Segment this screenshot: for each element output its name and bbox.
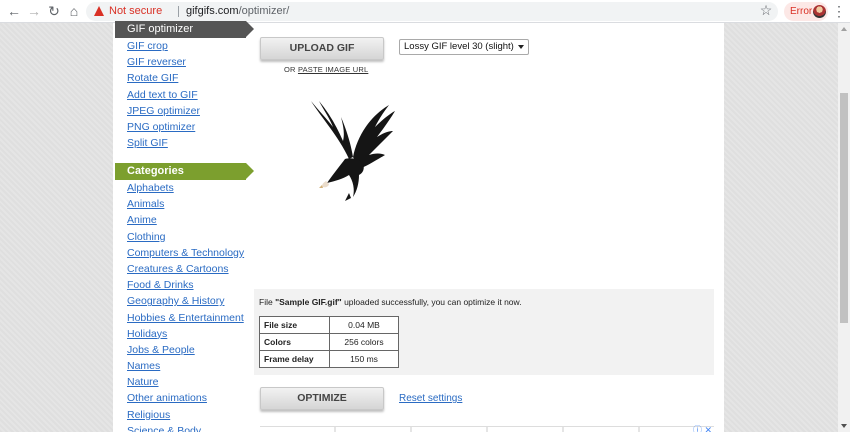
file-stats-table: File size 0.04 MB Colors 256 colors Frame de… xyxy=(259,316,399,368)
category-link-creatures-and-cartoons[interactable]: Creatures & Cartoons xyxy=(127,261,244,277)
lossy-level-select[interactable]: Lossy GIF level 30 (slight) xyxy=(399,39,529,55)
category-link-animals[interactable]: Animals xyxy=(127,196,244,212)
category-link-jobs-and-people[interactable]: Jobs & People xyxy=(127,342,244,358)
table-row: Frame delay 150 ms xyxy=(259,350,399,368)
home-icon[interactable]: ⌂ xyxy=(66,3,82,19)
upload-status-message: File "Sample GIF.gif" uploaded successfu… xyxy=(259,297,522,307)
status-prefix: File xyxy=(259,297,276,307)
scroll-down-icon[interactable] xyxy=(841,424,847,428)
paste-url-line: OR PASTE IMAGE URL xyxy=(284,65,368,74)
sidebar-item-gif-crop[interactable]: GIF crop xyxy=(127,38,200,54)
url-text[interactable]: gifgifs.com/optimizer/ xyxy=(186,2,289,21)
stat-value: 0.04 MB xyxy=(329,316,399,334)
category-link-food-and-drinks[interactable]: Food & Drinks xyxy=(127,277,244,293)
category-link-alphabets[interactable]: Alphabets xyxy=(127,180,244,196)
reload-icon[interactable]: ↻ xyxy=(46,3,62,19)
category-link-holidays[interactable]: Holidays xyxy=(127,326,244,342)
ad-banner[interactable] xyxy=(260,426,714,432)
category-link-hobbies-and-entertainment[interactable]: Hobbies & Entertainment xyxy=(127,310,244,326)
sidebar-item-jpeg-optimizer[interactable]: JPEG optimizer xyxy=(127,103,200,119)
url-path: /optimizer/ xyxy=(238,5,290,17)
sidebar-item-png-optimizer[interactable]: PNG optimizer xyxy=(127,119,200,135)
category-link-computers-and-technology[interactable]: Computers & Technology xyxy=(127,245,244,261)
categories-header: Categories xyxy=(115,163,254,180)
error-label: Error xyxy=(790,6,813,17)
stat-value: 256 colors xyxy=(329,333,399,351)
category-link-other-animations[interactable]: Other animations xyxy=(127,390,244,406)
address-bar[interactable]: Not secure gifgifs.com/optimizer/ xyxy=(86,2,778,21)
table-row: File size 0.04 MB xyxy=(259,316,399,334)
sidebar: GIF optimizer GIF crop GIF reverser Rotate… xyxy=(113,21,254,432)
chevron-down-icon xyxy=(518,45,524,49)
page-viewport: GIF optimizer GIF crop GIF reverser Rotate… xyxy=(0,21,850,432)
category-link-names[interactable]: Names xyxy=(127,358,244,374)
forward-arrow-icon[interactable]: → xyxy=(26,3,42,19)
url-domain: gifgifs.com xyxy=(186,5,239,17)
paste-prefix: OR xyxy=(284,65,296,74)
category-link-nature[interactable]: Nature xyxy=(127,374,244,390)
status-suffix: uploaded successfully, you can optimize … xyxy=(341,297,522,307)
category-link-geography-and-history[interactable]: Geography & History xyxy=(127,293,244,309)
optimize-button[interactable]: OPTIMIZE xyxy=(260,387,384,410)
category-link-science-and-body[interactable]: Science & Body xyxy=(127,423,244,432)
category-link-clothing[interactable]: Clothing xyxy=(127,229,244,245)
reset-settings-link[interactable]: Reset settings xyxy=(399,393,462,404)
status-file-name: "Sample GIF.gif" xyxy=(275,297,342,307)
category-link-anime[interactable]: Anime xyxy=(127,212,244,228)
sidebar-item-add-text-to-gif[interactable]: Add text to GIF xyxy=(127,87,200,103)
upload-gif-button[interactable]: UPLOAD GIF xyxy=(260,37,384,60)
stat-label: Colors xyxy=(259,333,330,351)
lossy-level-value: Lossy GIF level 30 (slight) xyxy=(404,41,514,52)
ad-choices-icon[interactable]: ⓘ ✕ xyxy=(693,423,712,432)
sidebar-item-gif-optimizer[interactable]: GIF optimizer xyxy=(115,21,254,38)
scroll-up-icon[interactable] xyxy=(841,27,847,31)
profile-error-button[interactable]: Error xyxy=(784,2,828,21)
category-link-religious[interactable]: Religious xyxy=(127,407,244,423)
browser-toolbar: ← → ↻ ⌂ Not secure gifgifs.com/optimizer… xyxy=(0,0,850,23)
sidebar-item-split-gif[interactable]: Split GIF xyxy=(127,135,200,151)
categories-list: Alphabets Animals Anime Clothing Computers &… xyxy=(127,180,244,432)
kebab-icon[interactable]: ⋮ xyxy=(832,3,846,19)
gif-preview-image xyxy=(311,101,395,201)
avatar xyxy=(813,5,826,18)
scrollbar-thumb[interactable] xyxy=(840,93,848,323)
sidebar-item-rotate-gif[interactable]: Rotate GIF xyxy=(127,70,200,86)
omnibox-separator xyxy=(178,6,179,17)
back-arrow-icon[interactable]: ← xyxy=(6,3,22,19)
star-icon[interactable]: ☆ xyxy=(758,2,774,18)
stat-value: 150 ms xyxy=(329,350,399,368)
tools-list: GIF crop GIF reverser Rotate GIF Add text t… xyxy=(127,38,200,151)
content-column: GIF optimizer GIF crop GIF reverser Rotate… xyxy=(113,21,724,432)
page-scrollbar[interactable] xyxy=(838,23,850,432)
upload-info-panel: File "Sample GIF.gif" uploaded successfu… xyxy=(254,289,714,375)
table-row: Colors 256 colors xyxy=(259,333,399,351)
stat-label: File size xyxy=(259,316,330,334)
warning-icon xyxy=(94,6,104,16)
stat-label: Frame delay xyxy=(259,350,330,368)
sidebar-item-gif-reverser[interactable]: GIF reverser xyxy=(127,54,200,70)
security-label[interactable]: Not secure xyxy=(109,2,162,21)
paste-image-url-link[interactable]: PASTE IMAGE URL xyxy=(298,65,368,74)
